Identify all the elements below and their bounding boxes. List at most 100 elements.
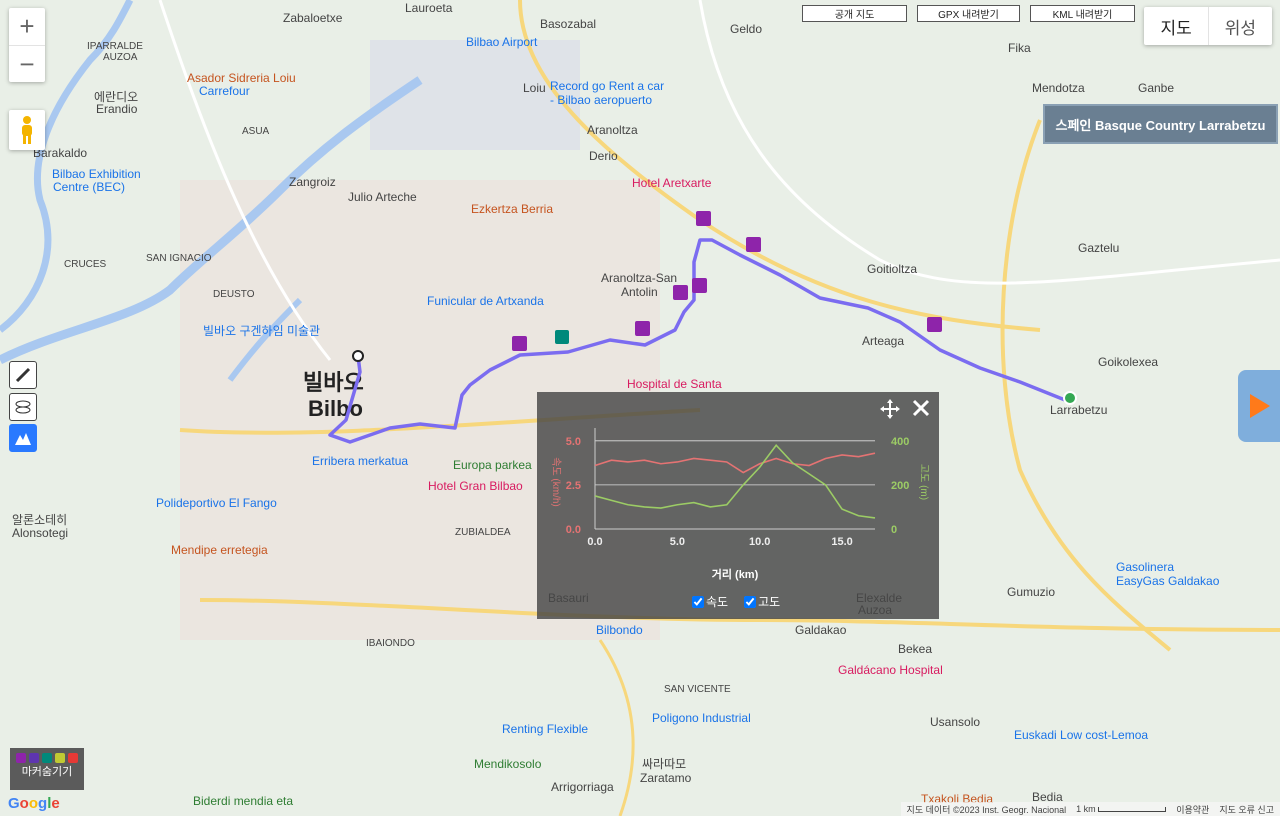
map-data-credit: 지도 데이터 ©2023 Inst. Geogr. Nacional — [906, 804, 1067, 815]
map-place-label: Arrigorriaga — [551, 780, 614, 794]
photo-marker-icon[interactable] — [692, 278, 707, 293]
map-place-label: AUZOA — [103, 52, 138, 63]
map-place-label: - Bilbao aeropuerto — [550, 93, 652, 107]
map-place-label: SAN VICENTE — [664, 684, 731, 695]
gpx-download-button[interactable]: GPX 내려받기 — [917, 5, 1020, 22]
area-measure-icon[interactable] — [9, 393, 37, 421]
zoom-control: + − — [9, 8, 45, 82]
legend-speed-label: 속도 — [706, 595, 729, 609]
public-map-button[interactable]: 공개 지도 — [802, 5, 907, 22]
photo-marker-icon[interactable] — [746, 237, 761, 252]
terms-link[interactable]: 이용약관 — [1176, 803, 1209, 816]
chart-plot: 0.0 5.0 10.0 15.0 0.0 2.5 5.0 0 200 400 거리 (km) 속도 … — [550, 428, 929, 581]
map-place-label: Biderdi mendia eta — [193, 794, 293, 808]
map-place-label: Bilbao Exhibition — [52, 167, 141, 181]
map-place-label: Gumuzio — [1007, 585, 1055, 599]
map-place-label: CRUCES — [64, 259, 107, 270]
legend-speed[interactable]: 속도 — [692, 593, 728, 610]
chart-right-tick: 0 — [891, 524, 897, 536]
place-badge[interactable]: 스페인 Basque Country Larrabetzu — [1043, 104, 1278, 144]
next-arrow-button[interactable] — [1238, 370, 1280, 442]
map-place-label: Zaratamo — [640, 771, 692, 785]
map-place-label: 알론소테히 — [12, 513, 67, 527]
zoom-in-button[interactable]: + — [9, 8, 45, 46]
chart-left-label: 속도 (km/h) — [550, 457, 562, 507]
map-place-label: Lauroeta — [405, 1, 453, 15]
elevation-checkbox[interactable] — [744, 595, 757, 608]
photo-marker-icon[interactable] — [673, 285, 688, 300]
map-place-label: Hospital de Santa — [627, 377, 722, 391]
photo-marker-icon[interactable] — [927, 317, 942, 332]
kml-download-button[interactable]: KML 내려받기 — [1030, 5, 1135, 22]
video-type-icon — [29, 753, 39, 763]
map-place-label: ASUA — [242, 126, 270, 137]
map-type-satellite-button[interactable]: 위성 — [1207, 7, 1272, 45]
chart-left-tick: 0.0 — [566, 524, 581, 536]
map-type-map-button[interactable]: 지도 — [1144, 7, 1207, 45]
map-place-label: Asador Sidreria Loiu — [187, 71, 296, 85]
map-place-label: Hotel Aretxarte — [632, 176, 712, 190]
end-marker-icon[interactable] — [1063, 391, 1077, 405]
map-place-label: Gaztelu — [1078, 241, 1119, 255]
chart-series-speed — [594, 452, 876, 474]
chart-right-label: 고도 (m) — [918, 464, 929, 500]
chart-x-label: 거리 (km) — [712, 567, 759, 581]
map-place-label: Loiu — [523, 81, 546, 95]
map-place-label: Bilbondo — [596, 623, 643, 637]
elevation-speed-chart: 0.0 5.0 10.0 15.0 0.0 2.5 5.0 0 200 400 거리 (km) 속도 … — [537, 392, 939, 619]
map-place-label: ZUBIALDEA — [455, 527, 511, 538]
chart-left-tick: 5.0 — [566, 436, 581, 448]
ruler-icon[interactable] — [9, 361, 37, 389]
zoom-out-button[interactable]: − — [9, 46, 45, 83]
map-place-label: Hotel Gran Bilbao — [428, 479, 523, 493]
map-place-label: Ezkertza Berria — [471, 202, 553, 216]
marker-toggle[interactable]: 마커숨기기 — [10, 748, 84, 790]
marker-toggle-label: 마커숨기기 — [21, 766, 73, 778]
photo-marker-icon[interactable] — [635, 321, 650, 336]
map-place-label: Alonsotegi — [12, 526, 68, 540]
map-place-label: Polideportivo El Fango — [156, 496, 277, 510]
speed-checkbox[interactable] — [692, 595, 704, 608]
nature-marker-icon[interactable] — [555, 330, 569, 344]
map-place-label: Bilbo — [308, 396, 363, 421]
map-place-label: Mendipe erretegia — [171, 543, 268, 557]
report-error-link[interactable]: 지도 오류 신고 — [1219, 803, 1274, 816]
map-place-label: Gasolinera — [1116, 560, 1174, 574]
scale-indicator: 1 km — [1076, 804, 1167, 814]
photo-marker-icon[interactable] — [512, 336, 527, 351]
map-place-label: Erribera merkatua — [312, 454, 408, 468]
street-view-pegman-icon[interactable] — [9, 110, 45, 150]
map-place-label: EasyGas Galdakao — [1116, 574, 1220, 588]
google-logo: Google — [8, 795, 60, 812]
map-place-label: Derio — [589, 149, 618, 163]
map-place-label: Goikolexea — [1098, 355, 1158, 369]
map-place-label: Carrefour — [199, 84, 250, 98]
chart-right-tick: 400 — [891, 436, 909, 448]
map-place-label: Ganbe — [1138, 81, 1174, 95]
map-place-label: 싸라따모 — [642, 757, 686, 771]
map-place-label: Mendotza — [1032, 81, 1085, 95]
map-place-label: Antolin — [621, 285, 658, 299]
start-marker-icon[interactable] — [352, 350, 364, 362]
map-place-label: Mendikosolo — [474, 757, 542, 771]
photo-marker-icon[interactable] — [696, 211, 711, 226]
map-place-label: Funicular de Artxanda — [427, 294, 544, 308]
map-place-label: SAN IGNACIO — [146, 253, 212, 264]
map-place-label: Record go Rent a car — [550, 79, 664, 93]
map-place-label: Arteaga — [862, 334, 904, 348]
marker-type-icons — [10, 753, 84, 763]
chart-right-tick: 200 — [891, 480, 909, 492]
map-place-label: Aranoltza-San — [601, 271, 677, 285]
map-place-label: Aranoltza — [587, 123, 638, 137]
map-place-label: Galdakao — [795, 623, 847, 637]
chart-x-tick: 15.0 — [831, 536, 852, 548]
map-place-label: Renting Flexible — [502, 722, 588, 736]
map-place-label: Larrabetzu — [1050, 403, 1107, 417]
map-place-label: Poligono Industrial — [652, 711, 751, 725]
flag-type-icon — [68, 753, 78, 763]
map-place-label: DEUSTO — [213, 289, 255, 300]
legend-elevation[interactable]: 고도 — [744, 593, 780, 610]
map-place-label: Usansolo — [930, 715, 980, 729]
map-place-label: Basozabal — [540, 17, 596, 31]
elevation-icon[interactable] — [9, 424, 37, 452]
